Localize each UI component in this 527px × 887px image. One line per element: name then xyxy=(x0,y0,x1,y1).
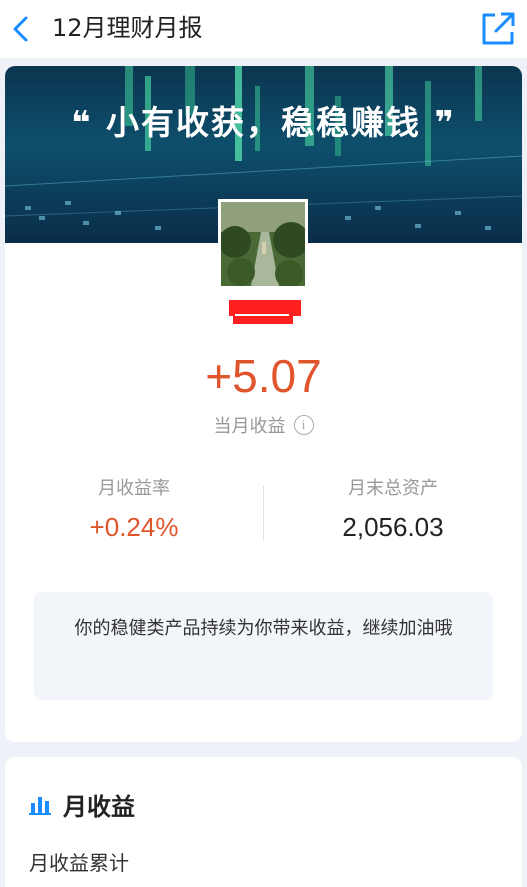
monthly-earnings-label-row: 当月收益 i xyxy=(5,412,522,438)
share-button[interactable] xyxy=(479,10,517,48)
page-title: 12月理财月报 xyxy=(52,14,203,42)
monthly-earnings-amount: +5.07 xyxy=(205,350,322,402)
section-header: 月收益 xyxy=(29,787,135,822)
section-subtitle: 月收益累计 xyxy=(29,851,129,875)
info-icon[interactable]: i xyxy=(293,415,314,435)
back-button[interactable] xyxy=(6,12,36,46)
top-nav-bar: 12月理财月报 xyxy=(0,0,527,58)
monthly-earnings-label: 当月收益 xyxy=(213,416,286,437)
encouragement-tip: 你的稳健类产品持续为你带来收益，继续加油哦 xyxy=(34,592,493,700)
share-external-icon xyxy=(482,12,515,45)
avatar xyxy=(218,199,308,289)
redacted-username xyxy=(229,300,301,324)
close-quote-mark: ❞ xyxy=(434,103,456,142)
month-end-assets-label: 月末总资产 xyxy=(348,478,438,499)
monthly-rate-stat: 月收益率 +0.24% xyxy=(5,476,263,544)
slogan-main: 小有收获，稳稳赚钱 xyxy=(106,103,421,142)
bar-chart-icon xyxy=(29,796,51,815)
monthly-rate-value: +0.24% xyxy=(89,512,179,542)
open-quote-mark: ❝ xyxy=(71,103,93,142)
month-end-assets-value: 2,056.03 xyxy=(342,512,444,542)
monthly-earnings-section: 月收益 月收益累计 xyxy=(5,757,522,887)
slogan-text: ❝ 小有收获，稳稳赚钱 ❞ xyxy=(5,96,522,144)
chevron-left-icon xyxy=(13,16,28,42)
month-end-assets-stat: 月末总资产 2,056.03 xyxy=(264,476,522,544)
monthly-rate-label: 月收益率 xyxy=(98,478,170,499)
avatar-forest-image xyxy=(221,202,305,286)
monthly-report-card: ❝ 小有收获，稳稳赚钱 ❞ +5.07 当月收益 i 月收益率 +0.24% 月… xyxy=(5,66,522,742)
section-title: 月收益 xyxy=(63,793,135,821)
